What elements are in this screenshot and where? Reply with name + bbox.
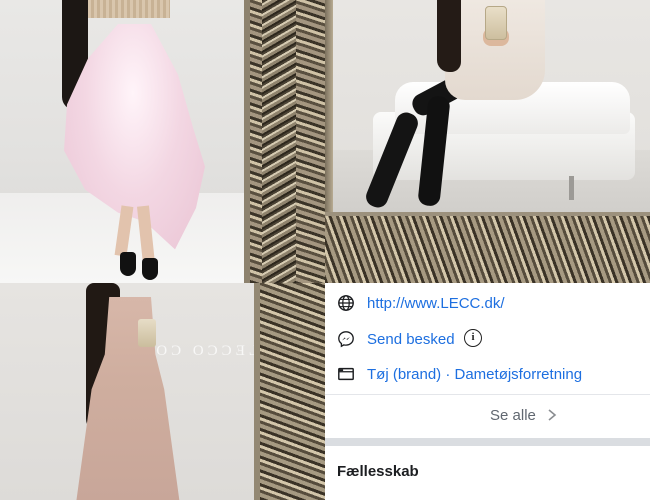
send-message-link[interactable]: Send besked — [367, 331, 455, 348]
lace-top — [88, 0, 170, 18]
photo-couch-outfit[interactable] — [325, 0, 650, 283]
website-row[interactable]: http://www.LECC.dk/ — [325, 288, 650, 318]
section-separator — [325, 438, 650, 446]
globe-icon — [338, 295, 354, 311]
mirror-frame — [325, 212, 650, 283]
heel-shoe — [120, 252, 136, 276]
category-links[interactable]: Tøj (brand) · Dametøjsforretning — [367, 366, 582, 383]
folder-icon — [338, 367, 354, 381]
photo-pink-long-dress[interactable]: LECCO COUTURE — [0, 283, 325, 500]
heel-shoe — [142, 258, 158, 280]
phone — [138, 319, 156, 347]
website-link[interactable]: http://www.LECC.dk/ — [367, 295, 505, 312]
couch-leg — [569, 176, 574, 200]
model-hair — [437, 0, 461, 72]
chevron-right-icon — [548, 409, 557, 421]
see-all-button[interactable]: Se alle — [325, 394, 650, 438]
see-all-label: Se alle — [490, 407, 536, 424]
send-message-row[interactable]: Send besked — [325, 324, 650, 354]
mirror-frame-edge — [325, 0, 333, 212]
category-row[interactable]: Tøj (brand) · Dametøjsforretning — [325, 359, 650, 389]
messenger-icon — [338, 331, 354, 348]
mirror-frame — [254, 283, 325, 500]
page-info-panel: http://www.LECC.dk/ Send besked i Tøj (b… — [325, 283, 650, 500]
mirror-frame-ornament — [262, 0, 296, 283]
phone — [485, 6, 507, 40]
community-heading: Fællesskab — [337, 463, 419, 480]
info-icon[interactable]: i — [464, 329, 482, 347]
photo-pink-tulle-skirt[interactable] — [0, 0, 325, 283]
